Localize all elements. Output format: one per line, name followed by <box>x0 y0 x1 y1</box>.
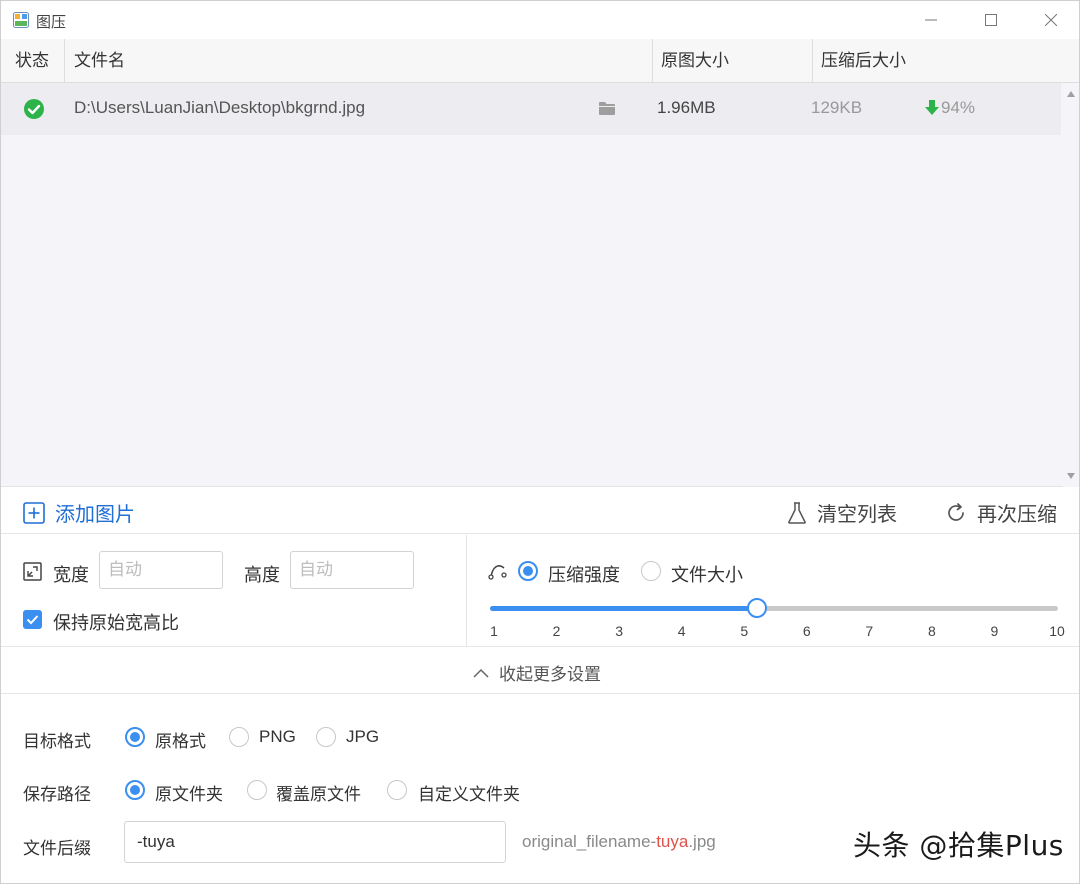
filename-preview-suffix: tuya <box>656 832 689 851</box>
minimize-button[interactable] <box>901 1 961 39</box>
ratio-value: 94% <box>941 98 976 117</box>
width-label: 宽度 <box>53 565 89 585</box>
format-jpg-label[interactable]: JPG <box>346 727 379 747</box>
slider-tick-label: 4 <box>677 623 686 639</box>
suffix-input[interactable] <box>124 821 506 863</box>
vertical-scrollbar[interactable] <box>1063 83 1079 487</box>
slider-tick-label: 5 <box>740 623 749 639</box>
filename-preview-ext: .jpg <box>688 832 716 851</box>
watermark-text: 头条 @拾集Plus <box>853 829 1064 862</box>
plus-square-icon <box>23 501 45 524</box>
title-bar: 图压 <box>1 1 1079 39</box>
close-button[interactable] <box>1021 1 1080 39</box>
path-overwrite-label[interactable]: 覆盖原文件 <box>276 780 361 805</box>
compressed-size: 129KB <box>811 98 863 117</box>
original-size: 1.96MB <box>657 98 716 117</box>
table-row[interactable]: D:\Users\LuanJian\Desktop\bkgrnd.jpg 1.9… <box>1 83 1061 135</box>
slider-tick-label: 7 <box>865 623 874 639</box>
window-title: 图压 <box>36 14 67 31</box>
check-circle-icon <box>24 99 44 119</box>
height-label: 高度 <box>244 565 280 585</box>
compression-ratio: 94% <box>925 98 975 118</box>
format-png-label[interactable]: PNG <box>259 727 296 747</box>
format-label: 目标格式 <box>23 732 91 751</box>
slider-tick-label: 3 <box>615 623 624 639</box>
mode-strength-label[interactable]: 压缩强度 <box>548 561 620 587</box>
add-image-label: 添加图片 <box>55 504 135 526</box>
column-header-original-size[interactable]: 原图大小 <box>653 39 813 83</box>
suffix-label: 文件后缀 <box>23 839 91 858</box>
clear-list-label: 清空列表 <box>817 504 897 526</box>
slider-handle[interactable] <box>746 598 767 618</box>
file-list[interactable]: D:\Users\LuanJian\Desktop\bkgrnd.jpg 1.9… <box>1 83 1079 487</box>
collapse-label: 收起更多设置 <box>499 665 601 684</box>
path-custom-folder-radio[interactable] <box>387 780 407 800</box>
format-png-radio[interactable] <box>229 727 249 747</box>
slider-tick-label: 2 <box>552 623 561 639</box>
format-original-label[interactable]: 原格式 <box>155 727 206 752</box>
refresh-icon <box>948 502 964 521</box>
slider-tick-label: 9 <box>990 623 999 639</box>
scroll-up-icon[interactable] <box>1067 91 1075 97</box>
slider-tick-label: 6 <box>802 623 811 639</box>
path-overwrite-radio[interactable] <box>247 780 267 800</box>
table-header: 状态 文件名 原图大小 压缩后大小 <box>1 39 1079 83</box>
resize-icon <box>23 562 42 581</box>
format-jpg-radio[interactable] <box>316 727 336 747</box>
format-original-radio[interactable] <box>125 727 145 747</box>
column-header-status[interactable]: 状态 <box>1 39 65 83</box>
folder-icon[interactable] <box>599 101 615 115</box>
app-window: 图压 状态 文件名 原图大小 压缩后大小 D:\Users\LuanJian\D… <box>0 0 1080 884</box>
column-header-compressed-size[interactable]: 压缩后大小 <box>813 39 1079 83</box>
chevron-up-icon <box>473 668 489 678</box>
mode-strength-radio[interactable] <box>518 561 538 581</box>
settings-panel: 宽度 高度 保持原始宽高比 压缩强度 文件大小 1 2 3 4 5 6 7 8 9 10 <box>1 535 1079 647</box>
mode-size-label[interactable]: 文件大小 <box>671 561 743 587</box>
keep-ratio-label[interactable]: 保持原始宽高比 <box>53 609 179 635</box>
collapse-settings-toggle[interactable]: 收起更多设置 <box>1 648 1079 694</box>
width-input[interactable] <box>99 551 223 589</box>
clear-list-button[interactable]: 清空列表 <box>787 498 897 527</box>
close-icon <box>1045 14 1057 26</box>
minimize-icon <box>925 19 937 21</box>
arrow-down-icon <box>925 100 939 115</box>
recompress-button[interactable]: 再次压缩 <box>945 498 1057 527</box>
add-image-button[interactable]: 添加图片 <box>23 498 135 527</box>
settings-divider <box>466 535 467 647</box>
slider-tick-label: 8 <box>927 623 936 639</box>
path-original-folder-radio[interactable] <box>125 780 145 800</box>
app-logo-icon <box>13 12 29 28</box>
filename-preview: original_filename-tuya.jpg <box>522 832 716 852</box>
path-custom-folder-label[interactable]: 自定义文件夹 <box>418 780 520 805</box>
flask-icon <box>788 501 806 524</box>
checkmark-icon <box>26 615 39 625</box>
filename-preview-prefix: original_filename- <box>522 832 657 851</box>
output-settings: 目标格式 原格式 PNG JPG 保存路径 原文件夹 覆盖原文件 自定义文件夹 … <box>1 695 1079 883</box>
mode-size-radio[interactable] <box>641 561 661 581</box>
list-toolbar: 添加图片 清空列表 再次压缩 <box>1 488 1079 534</box>
slider-tick-label: 10 <box>1049 623 1065 639</box>
recompress-label: 再次压缩 <box>977 504 1057 526</box>
compression-slider[interactable] <box>490 598 1058 618</box>
scroll-down-icon[interactable] <box>1067 473 1075 479</box>
path-original-folder-label[interactable]: 原文件夹 <box>155 780 223 805</box>
maximize-button[interactable] <box>961 1 1021 39</box>
slider-fill <box>490 606 757 611</box>
maximize-icon <box>985 14 997 26</box>
file-path: D:\Users\LuanJian\Desktop\bkgrnd.jpg <box>74 98 366 117</box>
slider-tick-label: 1 <box>490 623 498 639</box>
height-input[interactable] <box>290 551 414 589</box>
keep-ratio-checkbox[interactable] <box>23 610 42 629</box>
curve-icon <box>488 565 507 580</box>
save-path-label: 保存路径 <box>23 785 91 804</box>
column-header-filename[interactable]: 文件名 <box>65 39 653 83</box>
